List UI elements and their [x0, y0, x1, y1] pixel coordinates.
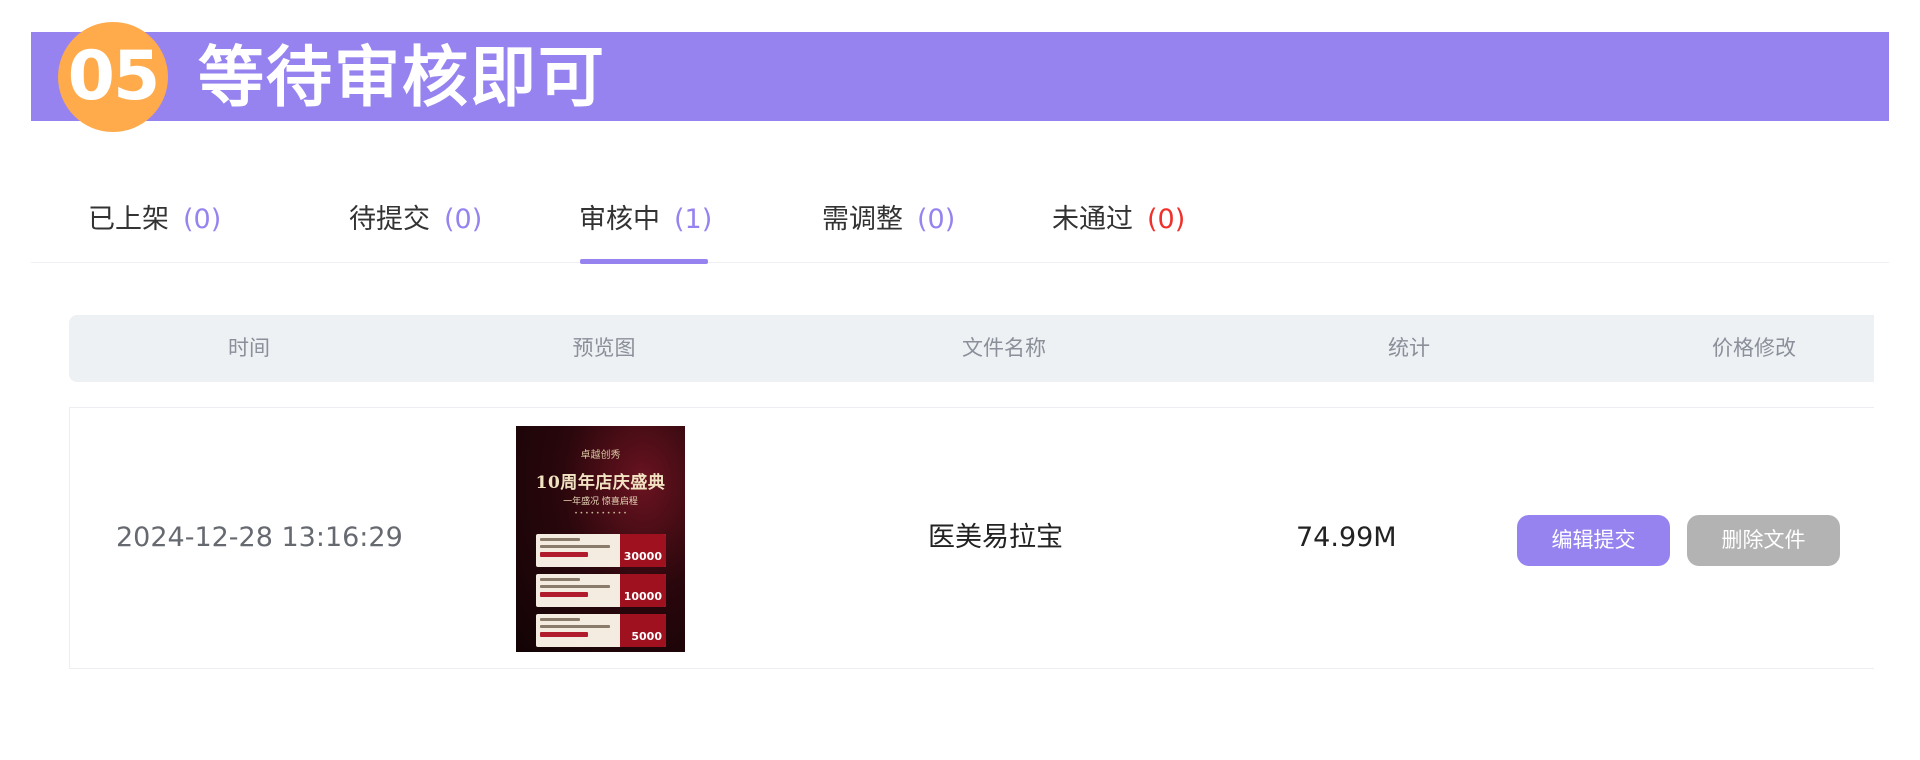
preview-card-text	[540, 618, 618, 643]
header-filename: 文件名称	[962, 336, 1046, 360]
row-time: 2024-12-28 13:16:29	[116, 522, 403, 553]
tab-label: 已上架	[88, 204, 169, 235]
preview-amount: 5000	[631, 630, 662, 643]
tab-count: (0)	[444, 204, 483, 235]
row-stats: 74.99M	[1296, 522, 1397, 553]
tab-label: 未通过	[1052, 204, 1133, 235]
table-header: 时间 预览图 文件名称 统计 价格修改	[69, 315, 1874, 382]
preview-card-text	[540, 538, 618, 563]
tab-pending-submit[interactable]: 待提交 (0)	[349, 185, 482, 262]
step-number-badge: 05	[58, 22, 168, 132]
table-row: 2024-12-28 13:16:29 卓越创秀 10周年店庆盛典 一年盛况 惊…	[69, 407, 1874, 669]
preview-thumbnail[interactable]: 卓越创秀 10周年店庆盛典 一年盛况 惊喜启程 • • • • • • • • …	[516, 426, 685, 652]
header-time: 时间	[228, 336, 270, 360]
tab-label: 审核中	[579, 204, 660, 235]
preview-card-price: 5000	[620, 614, 666, 647]
row-filename: 医美易拉宝	[928, 522, 1063, 553]
status-tabs: 已上架 (0) 待提交 (0) 审核中 (1) 需调整 (0) 未通过 (0)	[31, 185, 1889, 264]
preview-subtitle: 一年盛况 惊喜启程	[563, 497, 638, 507]
preview-card: 10000	[536, 574, 666, 607]
tab-count: (0)	[917, 204, 956, 235]
header-stats: 统计	[1388, 336, 1430, 360]
tab-needs-adjustment[interactable]: 需调整 (0)	[822, 185, 955, 262]
step-title: 等待审核即可	[198, 39, 606, 116]
tab-label: 待提交	[349, 204, 430, 235]
preview-card-price: 30000	[620, 534, 666, 567]
edit-submit-button[interactable]: 编辑提交	[1517, 515, 1670, 566]
page: 05 等待审核即可 已上架 (0) 待提交 (0) 审核中 (1) 需调整 (0) 未通…	[0, 0, 1920, 760]
preview-amount: 30000	[623, 550, 662, 563]
header-price: 价格修改	[1712, 336, 1796, 360]
tab-count: (0)	[183, 204, 222, 235]
tab-count: (0)	[1147, 204, 1186, 235]
tab-count: (1)	[674, 204, 713, 235]
delete-file-button[interactable]: 删除文件	[1687, 515, 1840, 566]
tab-listed[interactable]: 已上架 (0)	[88, 185, 221, 262]
preview-card: 30000	[536, 534, 666, 567]
preview-card-text	[540, 578, 618, 603]
preview-amount: 10000	[623, 590, 662, 603]
preview-card: 5000	[536, 614, 666, 647]
preview-title: 10周年店庆盛典	[535, 473, 666, 493]
header-preview: 预览图	[572, 336, 636, 360]
tab-label: 需调整	[822, 204, 903, 235]
preview-card-price: 10000	[620, 574, 666, 607]
tab-under-review[interactable]: 审核中 (1)	[579, 185, 713, 264]
preview-date-line: • • • • • • • • • •	[574, 510, 627, 517]
tab-rejected[interactable]: 未通过 (0)	[1052, 185, 1185, 262]
preview-brand: 卓越创秀	[580, 450, 621, 461]
